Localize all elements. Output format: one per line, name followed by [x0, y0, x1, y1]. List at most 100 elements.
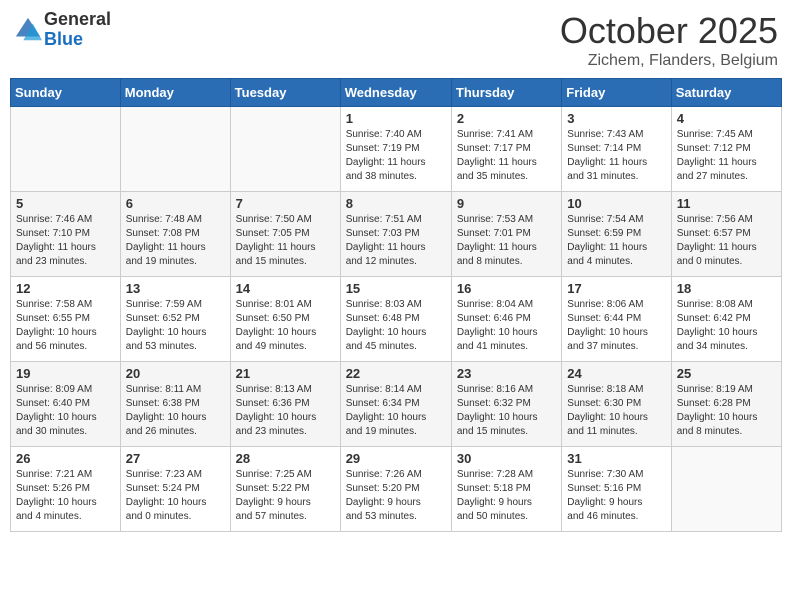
calendar-day-cell: 10 Sunrise: 7:54 AM Sunset: 6:59 PM Dayli… — [562, 192, 671, 277]
weekday-header: Friday — [562, 79, 671, 107]
calendar-week-row: 19 Sunrise: 8:09 AM Sunset: 6:40 PM Dayli… — [11, 362, 782, 447]
calendar-table: SundayMondayTuesdayWednesdayThursdayFrid… — [10, 78, 782, 532]
day-info: Sunrise: 8:06 AM Sunset: 6:44 PM Dayligh… — [567, 298, 665, 354]
calendar-day-cell: 25 Sunrise: 8:19 AM Sunset: 6:28 PM Dayli… — [671, 362, 781, 447]
day-number: 11 — [677, 196, 776, 211]
weekday-header: Monday — [120, 79, 230, 107]
day-info: Sunrise: 7:50 AM Sunset: 7:05 PM Dayligh… — [236, 213, 335, 269]
day-number: 22 — [346, 366, 446, 381]
calendar-day-cell: 17 Sunrise: 8:06 AM Sunset: 6:44 PM Dayli… — [562, 277, 671, 362]
calendar-day-cell: 21 Sunrise: 8:13 AM Sunset: 6:36 PM Dayli… — [230, 362, 340, 447]
calendar-week-row: 12 Sunrise: 7:58 AM Sunset: 6:55 PM Dayli… — [11, 277, 782, 362]
day-info: Sunrise: 8:11 AM Sunset: 6:38 PM Dayligh… — [126, 383, 225, 439]
weekday-header: Sunday — [11, 79, 121, 107]
calendar-day-cell: 23 Sunrise: 8:16 AM Sunset: 6:32 PM Dayli… — [451, 362, 561, 447]
calendar-day-cell — [230, 107, 340, 192]
calendar-day-cell: 27 Sunrise: 7:23 AM Sunset: 5:24 PM Dayli… — [120, 447, 230, 532]
calendar-day-cell: 7 Sunrise: 7:50 AM Sunset: 7:05 PM Daylig… — [230, 192, 340, 277]
calendar-day-cell: 1Sunrise: 7:40 AM Sunset: 7:19 PM Daylig… — [340, 107, 451, 192]
weekday-header: Thursday — [451, 79, 561, 107]
calendar-day-cell: 5 Sunrise: 7:46 AM Sunset: 7:10 PM Daylig… — [11, 192, 121, 277]
day-number: 16 — [457, 281, 556, 296]
day-info: Sunrise: 7:51 AM Sunset: 7:03 PM Dayligh… — [346, 213, 446, 269]
calendar-day-cell: 22 Sunrise: 8:14 AM Sunset: 6:34 PM Dayli… — [340, 362, 451, 447]
day-info: Sunrise: 7:48 AM Sunset: 7:08 PM Dayligh… — [126, 213, 225, 269]
calendar-day-cell: 29 Sunrise: 7:26 AM Sunset: 5:20 PM Dayli… — [340, 447, 451, 532]
day-info: Sunrise: 7:23 AM Sunset: 5:24 PM Dayligh… — [126, 468, 225, 524]
day-number: 24 — [567, 366, 665, 381]
calendar-day-cell: 28 Sunrise: 7:25 AM Sunset: 5:22 PM Dayli… — [230, 447, 340, 532]
calendar-day-cell: 11 Sunrise: 7:56 AM Sunset: 6:57 PM Dayli… — [671, 192, 781, 277]
calendar-day-cell: 24 Sunrise: 8:18 AM Sunset: 6:30 PM Dayli… — [562, 362, 671, 447]
day-info: Sunrise: 8:14 AM Sunset: 6:34 PM Dayligh… — [346, 383, 446, 439]
day-info: Sunrise: 7:46 AM Sunset: 7:10 PM Dayligh… — [16, 213, 115, 269]
day-info: Sunrise: 8:08 AM Sunset: 6:42 PM Dayligh… — [677, 298, 776, 354]
day-info: Sunrise: 7:54 AM Sunset: 6:59 PM Dayligh… — [567, 213, 665, 269]
day-info: Sunrise: 7:40 AM Sunset: 7:19 PM Dayligh… — [346, 128, 446, 184]
day-info: Sunrise: 7:26 AM Sunset: 5:20 PM Dayligh… — [346, 468, 446, 524]
day-number: 14 — [236, 281, 335, 296]
calendar-day-cell: 6 Sunrise: 7:48 AM Sunset: 7:08 PM Daylig… — [120, 192, 230, 277]
day-info: Sunrise: 7:30 AM Sunset: 5:16 PM Dayligh… — [567, 468, 665, 524]
calendar-day-cell: 18Sunrise: 8:08 AM Sunset: 6:42 PM Dayli… — [671, 277, 781, 362]
day-info: Sunrise: 7:21 AM Sunset: 5:26 PM Dayligh… — [16, 468, 115, 524]
day-info: Sunrise: 7:28 AM Sunset: 5:18 PM Dayligh… — [457, 468, 556, 524]
day-info: Sunrise: 8:18 AM Sunset: 6:30 PM Dayligh… — [567, 383, 665, 439]
day-info: Sunrise: 7:43 AM Sunset: 7:14 PM Dayligh… — [567, 128, 665, 184]
calendar-body: 1Sunrise: 7:40 AM Sunset: 7:19 PM Daylig… — [11, 107, 782, 532]
calendar-day-cell: 20Sunrise: 8:11 AM Sunset: 6:38 PM Dayli… — [120, 362, 230, 447]
day-number: 3 — [567, 111, 665, 126]
calendar-day-cell: 8Sunrise: 7:51 AM Sunset: 7:03 PM Daylig… — [340, 192, 451, 277]
calendar-week-row: 1Sunrise: 7:40 AM Sunset: 7:19 PM Daylig… — [11, 107, 782, 192]
day-number: 12 — [16, 281, 115, 296]
calendar-day-cell: 26 Sunrise: 7:21 AM Sunset: 5:26 PM Dayli… — [11, 447, 121, 532]
calendar-day-cell — [120, 107, 230, 192]
day-info: Sunrise: 7:56 AM Sunset: 6:57 PM Dayligh… — [677, 213, 776, 269]
day-info: Sunrise: 7:59 AM Sunset: 6:52 PM Dayligh… — [126, 298, 225, 354]
day-number: 27 — [126, 451, 225, 466]
calendar-header-row: SundayMondayTuesdayWednesdayThursdayFrid… — [11, 79, 782, 107]
calendar-day-cell: 30 Sunrise: 7:28 AM Sunset: 5:18 PM Dayli… — [451, 447, 561, 532]
day-number: 23 — [457, 366, 556, 381]
day-number: 13 — [126, 281, 225, 296]
calendar-week-row: 26 Sunrise: 7:21 AM Sunset: 5:26 PM Dayli… — [11, 447, 782, 532]
calendar-day-cell: 2Sunrise: 7:41 AM Sunset: 7:17 PM Daylig… — [451, 107, 561, 192]
logo-icon — [14, 16, 42, 44]
logo-general: General — [44, 10, 111, 30]
day-info: Sunrise: 7:25 AM Sunset: 5:22 PM Dayligh… — [236, 468, 335, 524]
calendar-day-cell: 4Sunrise: 7:45 AM Sunset: 7:12 PM Daylig… — [671, 107, 781, 192]
calendar-day-cell: 31Sunrise: 7:30 AM Sunset: 5:16 PM Dayli… — [562, 447, 671, 532]
calendar-day-cell: 3 Sunrise: 7:43 AM Sunset: 7:14 PM Daylig… — [562, 107, 671, 192]
logo-text: General Blue — [44, 10, 111, 50]
day-info: Sunrise: 8:09 AM Sunset: 6:40 PM Dayligh… — [16, 383, 115, 439]
calendar-day-cell — [671, 447, 781, 532]
day-number: 17 — [567, 281, 665, 296]
day-number: 29 — [346, 451, 446, 466]
logo-blue: Blue — [44, 30, 111, 50]
page-header: General Blue October 2025 Zichem, Flande… — [10, 10, 782, 70]
calendar-day-cell: 19 Sunrise: 8:09 AM Sunset: 6:40 PM Dayli… — [11, 362, 121, 447]
location-subtitle: Zichem, Flanders, Belgium — [560, 52, 778, 70]
day-number: 28 — [236, 451, 335, 466]
day-number: 5 — [16, 196, 115, 211]
day-number: 21 — [236, 366, 335, 381]
day-number: 25 — [677, 366, 776, 381]
day-info: Sunrise: 8:13 AM Sunset: 6:36 PM Dayligh… — [236, 383, 335, 439]
day-number: 6 — [126, 196, 225, 211]
calendar-day-cell — [11, 107, 121, 192]
day-info: Sunrise: 8:01 AM Sunset: 6:50 PM Dayligh… — [236, 298, 335, 354]
day-number: 7 — [236, 196, 335, 211]
day-number: 15 — [346, 281, 446, 296]
day-number: 10 — [567, 196, 665, 211]
weekday-header: Tuesday — [230, 79, 340, 107]
day-info: Sunrise: 8:19 AM Sunset: 6:28 PM Dayligh… — [677, 383, 776, 439]
day-number: 26 — [16, 451, 115, 466]
calendar-day-cell: 15Sunrise: 8:03 AM Sunset: 6:48 PM Dayli… — [340, 277, 451, 362]
day-number: 19 — [16, 366, 115, 381]
day-info: Sunrise: 8:04 AM Sunset: 6:46 PM Dayligh… — [457, 298, 556, 354]
day-info: Sunrise: 8:16 AM Sunset: 6:32 PM Dayligh… — [457, 383, 556, 439]
calendar-day-cell: 9Sunrise: 7:53 AM Sunset: 7:01 PM Daylig… — [451, 192, 561, 277]
day-info: Sunrise: 7:58 AM Sunset: 6:55 PM Dayligh… — [16, 298, 115, 354]
calendar-day-cell: 13 Sunrise: 7:59 AM Sunset: 6:52 PM Dayli… — [120, 277, 230, 362]
day-number: 30 — [457, 451, 556, 466]
